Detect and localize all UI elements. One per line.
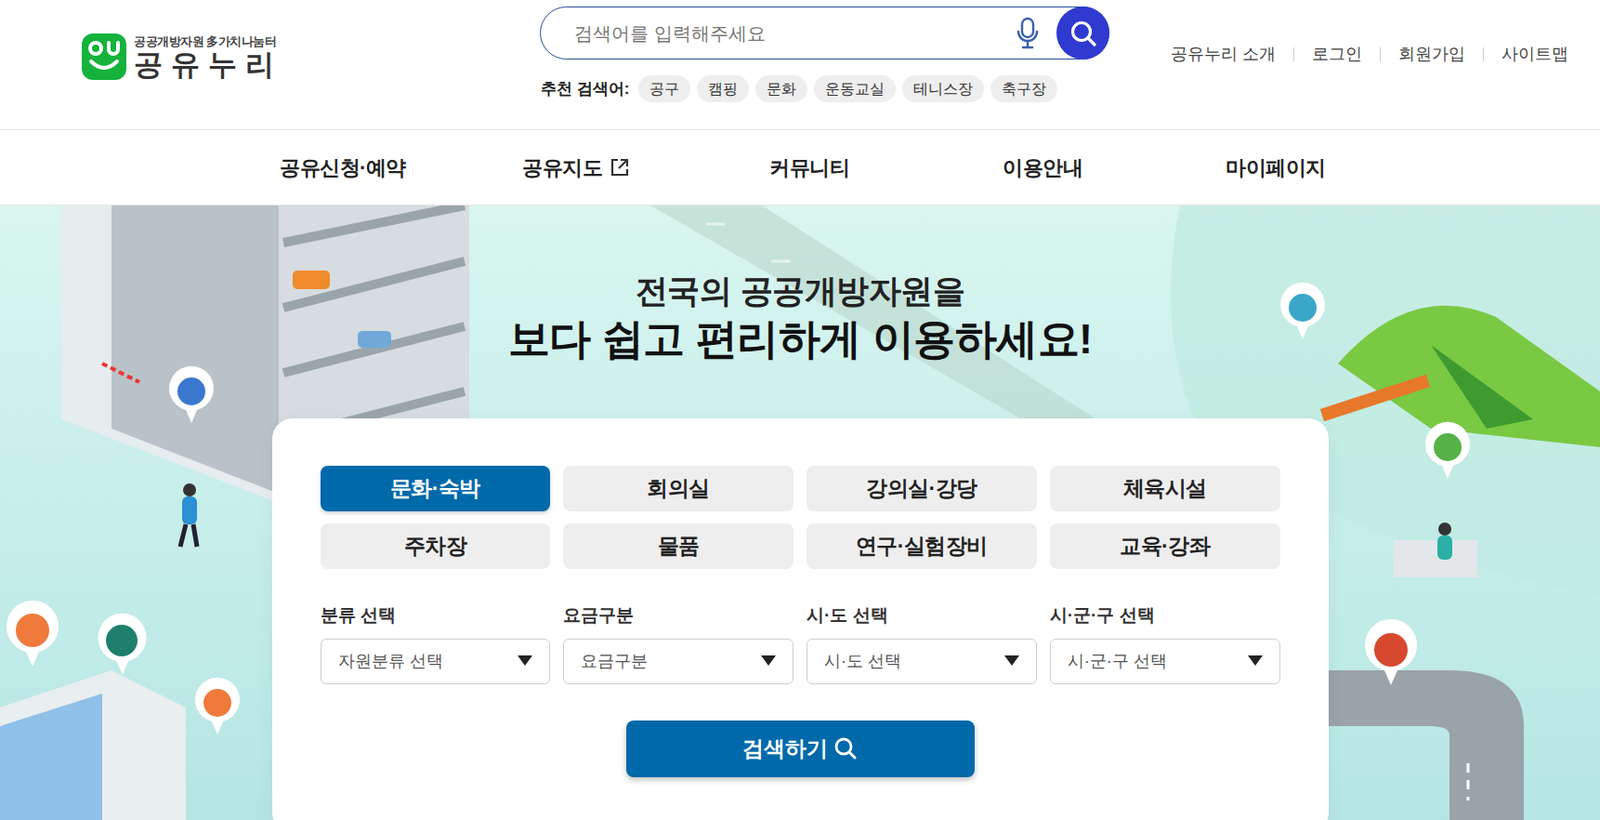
submit-search-label: 검색하기 xyxy=(742,732,828,765)
category-tab[interactable]: 강의실·강당 xyxy=(806,465,1037,512)
category-tabs: 문화·숙박 회의실 강의실·강당 체육시설주차장 물품 연구·실험장비 교육·강좌 xyxy=(320,465,1281,569)
nav-label: 커뮤니티 xyxy=(769,152,850,184)
magnifier-icon xyxy=(833,735,858,761)
nav-label: 공유신청·예약 xyxy=(279,152,407,184)
filter-placeholder: 자원분류 선택 xyxy=(338,648,444,674)
keyword-tag[interactable]: 운동교실 xyxy=(813,75,896,103)
filter-select[interactable]: 시·도 선택 xyxy=(806,638,1037,684)
keyword-tag[interactable]: 축구장 xyxy=(990,75,1058,103)
magnifier-icon xyxy=(1069,19,1098,48)
recommended-label: 추천 검색어: xyxy=(540,77,630,102)
nav-item[interactable]: 이용안내 xyxy=(926,152,1160,184)
filter-field: 시·도 선택시·도 선택 xyxy=(806,602,1037,684)
category-label: 주차장 xyxy=(404,529,468,563)
filter-select[interactable]: 요금구분 xyxy=(563,638,794,684)
filter-placeholder: 요금구분 xyxy=(580,648,648,674)
search-submit-row: 검색하기 xyxy=(320,720,1281,777)
dropdown-arrow-icon xyxy=(760,655,776,667)
logo-text: 공공개방자원 多가치나눔터공유누리 xyxy=(133,35,283,79)
filter-field: 시·군·구 선택시·군·구 선택 xyxy=(1049,602,1281,684)
nav-item[interactable]: 마이페이지 xyxy=(1159,152,1393,184)
category-label: 강의실·강당 xyxy=(865,472,978,505)
utility-link[interactable]: 로그인 xyxy=(1311,41,1363,67)
logo-title: 공유누리 xyxy=(133,50,283,79)
category-label: 물품 xyxy=(657,529,700,563)
keyword-tag[interactable]: 테니스장 xyxy=(902,75,984,103)
utility-link[interactable]: 사이트맵 xyxy=(1501,41,1569,67)
logo-smile-icon xyxy=(81,33,127,80)
category-label: 회의실 xyxy=(646,472,710,505)
category-label: 문화·숙박 xyxy=(390,472,481,505)
dropdown-arrow-icon xyxy=(517,655,533,667)
search-input[interactable] xyxy=(574,19,1016,48)
filter-field: 분류 선택자원분류 선택 xyxy=(320,602,551,684)
category-tab[interactable]: 물품 xyxy=(563,523,794,569)
category-tab[interactable]: 체육시설 xyxy=(1049,465,1281,512)
nav-item[interactable]: 공유신청·예약 xyxy=(226,152,460,184)
filter-field: 요금구분요금구분 xyxy=(563,602,794,684)
category-label: 연구·실험장비 xyxy=(855,529,988,563)
logo-subtitle: 공공개방자원 多가치나눔터 xyxy=(133,35,283,48)
filters: 분류 선택자원분류 선택요금구분요금구분시·도 선택시·도 선택시·군·구 선택… xyxy=(320,602,1281,684)
category-tab[interactable]: 회의실 xyxy=(563,465,794,512)
logo[interactable]: 공공개방자원 多가치나눔터공유누리 xyxy=(81,33,283,80)
filter-label: 시·도 선택 xyxy=(806,602,1037,630)
dropdown-arrow-icon xyxy=(1247,655,1263,667)
utility-link[interactable]: 회원가입 xyxy=(1398,41,1466,67)
search-bar xyxy=(539,6,1110,60)
category-tab[interactable]: 문화·숙박 xyxy=(320,465,551,512)
nav-label: 공유지도 xyxy=(522,152,603,184)
category-label: 체육시설 xyxy=(1123,472,1207,505)
divider xyxy=(1379,47,1381,62)
utility-links: 공유누리 소개 로그인 회원가입 사이트맵 xyxy=(1170,41,1569,67)
search-button[interactable] xyxy=(1056,6,1110,60)
hero-line-1: 전국의 공공개방자원을 xyxy=(635,271,965,311)
submit-search-button[interactable]: 검색하기 xyxy=(626,720,975,777)
category-tab[interactable]: 연구·실험장비 xyxy=(806,523,1037,569)
divider xyxy=(1482,47,1484,62)
keyword-tag[interactable]: 공구 xyxy=(638,75,691,103)
external-link-icon xyxy=(609,157,630,178)
category-label: 교육·강좌 xyxy=(1119,529,1210,563)
filter-select[interactable]: 자원분류 선택 xyxy=(320,638,551,684)
mic-icon xyxy=(1015,16,1040,51)
nav-item[interactable]: 커뮤니티 xyxy=(693,152,927,184)
category-tab[interactable]: 주차장 xyxy=(320,523,551,569)
filter-label: 분류 선택 xyxy=(320,602,551,630)
filter-select[interactable]: 시·군·구 선택 xyxy=(1049,638,1281,684)
hero-line-2: 보다 쉽고 편리하게 이용하세요! xyxy=(508,315,1093,363)
keyword-tag[interactable]: 캠핑 xyxy=(696,75,749,103)
divider xyxy=(1293,47,1295,62)
utility-link[interactable]: 공유누리 소개 xyxy=(1170,41,1276,67)
filter-label: 요금구분 xyxy=(563,602,794,630)
nav-label: 이용안내 xyxy=(1002,152,1083,184)
dropdown-arrow-icon xyxy=(1004,655,1020,667)
recommended-keywords: 추천 검색어: 공구캠핑문화운동교실테니스장축구장 xyxy=(539,75,1110,103)
category-tab[interactable]: 교육·강좌 xyxy=(1049,523,1281,569)
search-area: 추천 검색어: 공구캠핑문화운동교실테니스장축구장 xyxy=(539,6,1110,103)
hero: 전국의 공공개방자원을보다 쉽고 편리하게 이용하세요! 문화·숙박 회의실 강의실·… xyxy=(0,205,1600,820)
main-nav: 공유신청·예약 공유지도 커뮤니티 이용안내 마이페이지 xyxy=(0,130,1600,206)
site-header: 공공개방자원 多가치나눔터공유누리추천 검색어: 공구캠핑문화운동교실테니스장축구… xyxy=(0,0,1600,131)
nav-label: 마이페이지 xyxy=(1225,152,1326,184)
search-card: 문화·숙박 회의실 강의실·강당 체육시설주차장 물품 연구·실험장비 교육·강좌분류 선택… xyxy=(272,418,1329,820)
filter-placeholder: 시·도 선택 xyxy=(824,648,902,674)
keyword-tag[interactable]: 문화 xyxy=(755,75,808,103)
filter-placeholder: 시·군·구 선택 xyxy=(1067,648,1168,674)
filter-label: 시·군·구 선택 xyxy=(1049,602,1281,630)
nav-item[interactable]: 공유지도 xyxy=(459,152,694,184)
